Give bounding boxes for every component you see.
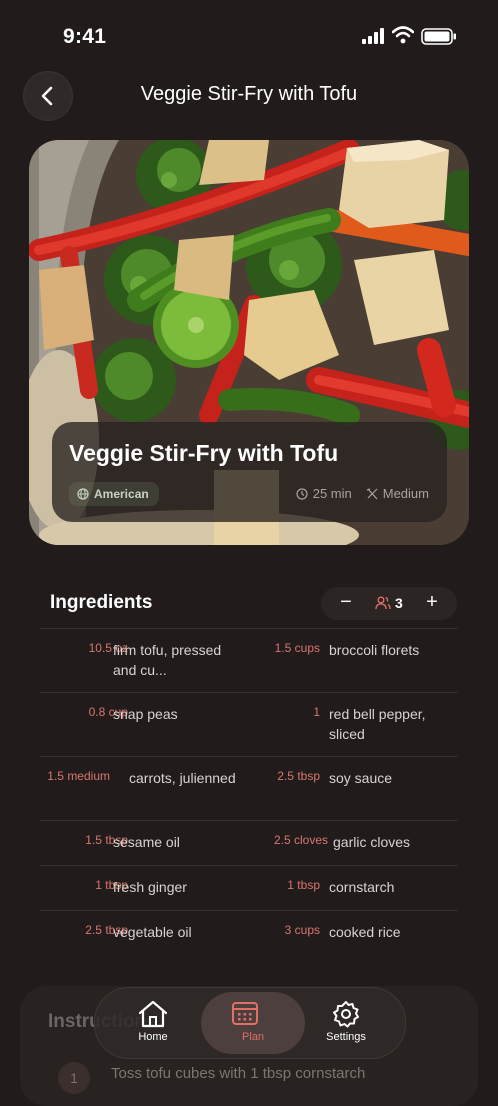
- ingredient-row: 1.5 medium carrots, julienned 2.5 tbsp s…: [40, 756, 458, 820]
- cuisine-chip: American: [69, 482, 159, 506]
- ingredient-row: 1 tbsp fresh ginger 1 tbsp cornstarch: [40, 865, 458, 910]
- people-icon: [375, 596, 391, 610]
- ingredient-row: 2.5 tbsp vegetable oil 3 cups cooked ric…: [40, 910, 458, 955]
- gear-icon: [333, 1001, 359, 1028]
- ingredient-qty: 1.5 cups: [274, 641, 320, 655]
- chevron-left-icon: [41, 86, 53, 106]
- servings-stepper: − 3 +: [321, 587, 457, 620]
- ingredient-qty: 2.5 tbsp: [277, 769, 320, 783]
- ingredient-qty: 1 tbsp: [287, 878, 320, 892]
- difficulty-meta: Medium: [366, 486, 429, 501]
- ingredient-row: 1.5 tbsp sesame oil 2.5 cloves garlic cl…: [40, 820, 458, 865]
- ingredient-name: cooked rice: [329, 924, 401, 940]
- time-meta: 25 min: [296, 486, 352, 501]
- recipe-info-card: Veggie Stir-Fry with Tofu American 25 mi…: [52, 422, 447, 522]
- ingredients-grid: 10.5 oz firm tofu, pressed and cu... 1.5…: [40, 628, 458, 955]
- ingredient-name: cornstarch: [329, 879, 395, 895]
- tab-bar: Home Plan Settings: [94, 987, 406, 1059]
- recipe-title: Veggie Stir-Fry with Tofu: [69, 440, 339, 466]
- ingredient-row: 0.8 cup snap peas 1 red bell pepper, sli…: [40, 692, 458, 756]
- tab-home[interactable]: Home: [103, 988, 203, 1058]
- recipe-meta: 25 min Medium: [296, 486, 429, 501]
- ingredient-qty: 3 cups: [284, 923, 320, 937]
- back-button[interactable]: [23, 71, 73, 121]
- difficulty-label: Medium: [382, 486, 429, 501]
- ingredient-name: vegetable oil: [113, 924, 192, 940]
- servings-count: 3: [375, 595, 403, 611]
- ingredient-name: red bell pepper, sliced: [329, 706, 426, 742]
- page-title: Veggie Stir-Fry with Tofu: [140, 83, 358, 105]
- calendar-icon: [232, 1002, 258, 1025]
- ingredient-name: carrots, julienned: [129, 770, 236, 786]
- home-icon: [138, 1000, 168, 1028]
- ingredient-qty: 2.5 cloves: [273, 833, 328, 847]
- step-text: Toss tofu cubes with 1 tbsp cornstarch: [111, 1065, 366, 1082]
- ingredient-qty: 1.5 medium: [47, 769, 110, 783]
- globe-icon: [77, 488, 89, 500]
- ingredient-name: garlic cloves: [333, 834, 411, 850]
- signal-icon: [362, 28, 384, 44]
- cuisine-label: American: [94, 487, 149, 501]
- ingredient-name: snap peas: [113, 706, 178, 722]
- ingredients-heading: Ingredients: [50, 592, 153, 613]
- ingredient-name: broccoli florets: [329, 642, 420, 658]
- utensils-icon: [366, 487, 378, 499]
- tab-settings-label: Settings: [326, 1031, 366, 1043]
- ingredient-qty: 1: [313, 705, 320, 719]
- clock-icon: [296, 487, 308, 500]
- ingredient-name: soy sauce: [329, 770, 393, 786]
- status-bar: 9:41: [0, 0, 498, 70]
- servings-value: 3: [395, 595, 403, 611]
- status-time: 9:41: [63, 25, 107, 48]
- wifi-icon: [392, 26, 414, 44]
- recipe-hero: Veggie Stir-Fry with Tofu American 25 mi…: [29, 140, 469, 545]
- ingredient-row: 10.5 oz firm tofu, pressed and cu... 1.5…: [40, 628, 458, 692]
- decrease-servings-button[interactable]: −: [335, 591, 357, 615]
- time-label: 25 min: [312, 486, 352, 501]
- increase-servings-button[interactable]: +: [421, 591, 443, 615]
- battery-icon: [421, 28, 456, 45]
- tab-plan-label: Plan: [241, 1031, 265, 1043]
- ingredient-name: sesame oil: [113, 834, 180, 850]
- tab-settings[interactable]: Settings: [296, 988, 396, 1058]
- ingredient-name: fresh ginger: [113, 879, 187, 895]
- step-number: 1: [58, 1062, 90, 1094]
- tab-plan[interactable]: Plan: [193, 988, 305, 1058]
- tab-home-label: Home: [138, 1031, 168, 1043]
- ingredient-name: firm tofu, pressed and cu...: [113, 642, 222, 678]
